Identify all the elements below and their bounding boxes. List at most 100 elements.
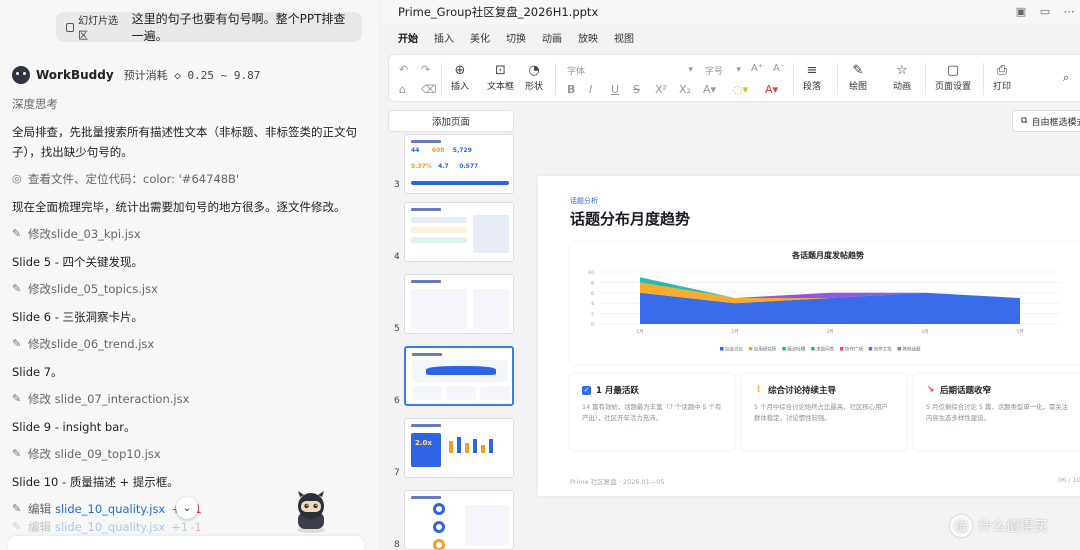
edited-file-link[interactable]: slide_10_quality.jsx	[55, 499, 165, 519]
slide-thumbnail[interactable]: 2.0x	[404, 418, 514, 478]
bold-icon[interactable]: B	[567, 83, 575, 96]
textbox-button[interactable]: ⊡ 文本框	[487, 63, 514, 92]
scroll-down-button[interactable]: ⌄	[176, 497, 198, 519]
tab-beautify[interactable]: 美化	[462, 30, 498, 50]
tool-call-view[interactable]: ◎ 查看文件、定位代码：color: '#64748B'	[12, 169, 364, 189]
tool-call-edit[interactable]: ✎ 修改 slide_07_interaction.jsx	[12, 389, 364, 409]
tab-slideshow[interactable]: 放映	[570, 30, 606, 50]
format-painter-icon[interactable]: ⌂	[399, 83, 406, 96]
draw-button[interactable]: ✎ 绘图	[849, 63, 867, 92]
chart-title: 各话题月度发帖趋势	[791, 250, 864, 260]
slide-thumbnail[interactable]	[404, 490, 514, 550]
slide-page-number: 06 / 10	[1058, 476, 1080, 484]
presentation-app: Prime_Group社区复盘_2026H1.pptx ▣ ▭ ⋯ 开始 插入 …	[380, 0, 1080, 550]
italic-icon[interactable]: I	[589, 83, 592, 96]
pencil-icon: ✎	[12, 337, 22, 350]
deep-thinking-toggle[interactable]: 深度思考	[12, 94, 364, 114]
font-shrink-icon[interactable]: A⁻	[773, 63, 785, 74]
printer-icon: ⎙	[996, 63, 1008, 78]
x-tick-label: 4月	[921, 329, 928, 335]
slide-thumbnail[interactable]	[404, 274, 514, 334]
legend-swatch	[868, 347, 873, 351]
user-message-text: 这里的句子也要有句号啊。整个PPT排查一遍。	[131, 12, 346, 43]
superscript-icon[interactable]: X²	[655, 83, 667, 96]
shape-icon: ◔	[528, 63, 540, 78]
tab-home[interactable]: 开始	[390, 30, 426, 50]
free-select-mode-button[interactable]: ⧉自由框选模式	[1012, 110, 1080, 132]
tool-call-edit[interactable]: ✎ 修改slide_06_trend.jsx	[12, 334, 364, 354]
chat-paragraph: Slide 7。	[12, 365, 63, 379]
slide-selection-chip[interactable]: 幻灯片选区	[66, 12, 122, 42]
font-family-select[interactable]: 字体 ▾	[567, 63, 693, 77]
tab-animation[interactable]: 动画	[534, 30, 570, 50]
insert-button[interactable]: ⊕ 插入	[451, 63, 469, 92]
animation-button[interactable]: ☆ 动画	[893, 63, 911, 92]
insight-card[interactable]: ↘ 后期话题收窄 5 月仅剩综合讨论 5 篇，话题类型单一化，需关注内容生态多样性…	[914, 374, 1080, 450]
shape-button[interactable]: ◔ 形状	[525, 63, 543, 92]
chat-input-box[interactable]	[8, 536, 364, 550]
tool-call-edit[interactable]: ✎ 修改 slide_09_top10.jsx	[12, 444, 364, 464]
chevron-down-icon: ⌄	[182, 502, 192, 514]
y-tick-label: 8	[591, 280, 594, 286]
document-title: Prime_Group社区复盘_2026H1.pptx	[398, 5, 599, 19]
insight-card[interactable]: ✓ 1 月最活跃 14 篇有效帖，话题最为丰富（7 个话题中 5 个有产出），社区…	[570, 374, 734, 450]
chart-icon: ⌇	[756, 385, 761, 395]
save-icon[interactable]: ▣	[1014, 4, 1028, 18]
check-icon: ✓	[582, 385, 591, 395]
eraser-icon[interactable]: ⌫	[421, 83, 437, 96]
slide-canvas[interactable]: 话题分析 话题分布月度趋势 各话题月度发帖趋势 0 2 4 6 8 10 1月 2月 3月 4月 5月…	[538, 176, 1080, 496]
slide-thumbnail[interactable]: 44 608 5,729 5.37% 4.7 0.577	[404, 134, 514, 194]
slide-thumbnail[interactable]	[404, 202, 514, 262]
page-setup-button[interactable]: ▢ 页面设置	[935, 63, 971, 92]
legend-label: 其他话题	[903, 346, 921, 353]
robot-mascot-icon[interactable]	[288, 488, 334, 534]
tool-call-edit[interactable]: ✎ 修改slide_03_kpi.jsx	[12, 224, 364, 244]
bot-cost: 预计消耗 ◇ 0.25 ~ 9.87	[123, 69, 261, 82]
legend-label: 创作工坊	[874, 346, 892, 353]
font-color-icon[interactable]: A▾	[765, 83, 778, 96]
undo-icon[interactable]: ↶	[399, 63, 408, 76]
trend-down-icon: ↘	[926, 385, 935, 395]
tool-call-edit[interactable]: ✎ 修改slide_05_topics.jsx	[12, 279, 364, 299]
pencil-icon: ✎	[12, 520, 22, 533]
strikethrough-icon[interactable]: S	[633, 83, 640, 96]
folder-icon[interactable]: ▭	[1038, 4, 1052, 18]
tab-transition[interactable]: 切换	[498, 30, 534, 50]
more-icon[interactable]: ⋯	[1062, 4, 1076, 18]
draw-icon: ✎	[852, 63, 864, 78]
slide-tag[interactable]: 话题分析	[570, 196, 598, 206]
tab-view[interactable]: 视图	[606, 30, 642, 50]
subscript-icon[interactable]: X₂	[679, 83, 691, 96]
redo-icon[interactable]: ↷	[421, 63, 430, 76]
diff-added: +1	[171, 520, 189, 534]
legend-label: 协作广场	[845, 346, 863, 353]
pencil-icon: ✎	[12, 447, 22, 460]
paragraph-button[interactable]: ≡ 段落	[803, 63, 821, 92]
font-grow-icon[interactable]: A⁺	[751, 63, 763, 74]
chart-card[interactable]: 各话题月度发帖趋势 0 2 4 6 8 10 1月 2月 3月 4月 5月 综合讨论 应用研究所 痛点吐槽 求…	[570, 242, 1080, 364]
legend-label: 综合讨论	[725, 346, 743, 353]
align-icon: ≡	[806, 63, 818, 78]
plus-circle-icon: ⊕	[454, 63, 466, 78]
x-tick-label: 5月	[1016, 329, 1023, 335]
insight-card[interactable]: ⌇ 综合讨论持续主导 5 个月中综合讨论始终占比最高，社区核心用户群体稳定，讨论惯…	[742, 374, 906, 450]
textbox-icon: ⊡	[495, 63, 506, 78]
slide-thumbnail-selected[interactable]	[404, 346, 514, 406]
underline-icon[interactable]: U	[611, 83, 619, 96]
font-size-select[interactable]: 字号 ▾	[705, 63, 741, 77]
print-button[interactable]: ⎙ 打印	[993, 63, 1011, 92]
watermark-logo-icon: 值	[950, 515, 972, 537]
slide-title[interactable]: 话题分布月度趋势	[570, 208, 690, 229]
pencil-icon: ✎	[12, 502, 22, 515]
ribbon-tabs: 开始 插入 美化 切换 动画 放映 视图	[380, 30, 642, 50]
text-effect-icon[interactable]: A▾	[703, 83, 716, 96]
user-message-bubble: 幻灯片选区 这里的句子也要有句号啊。整个PPT排查一遍。	[56, 12, 362, 43]
bot-header: WorkBuddy 预计消耗 ◇ 0.25 ~ 9.87	[12, 66, 260, 84]
edited-file-link[interactable]: slide_10_quality.jsx	[55, 517, 165, 537]
add-page-button[interactable]: 添加页面	[388, 110, 514, 132]
search-icon[interactable]: ⌕	[1063, 71, 1069, 85]
tab-insert[interactable]: 插入	[426, 30, 462, 50]
legend-swatch	[839, 347, 844, 351]
highlight-icon[interactable]: ◌▾	[733, 83, 748, 96]
selection-icon	[66, 22, 75, 32]
